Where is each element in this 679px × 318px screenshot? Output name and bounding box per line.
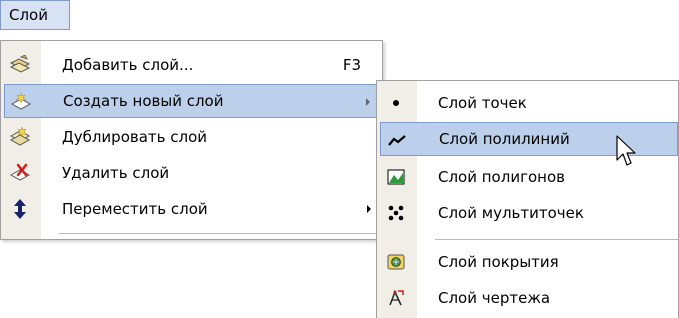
mouse-pointer-icon [616,135,638,173]
submenu-separator [435,239,678,240]
submenu-arrow-icon [366,98,370,106]
duplicate-layer-icon [8,125,32,149]
submenu-item-point-layer[interactable]: Слой точек [380,86,678,120]
menu-item-new-layer[interactable]: Создать новый слой [4,84,379,118]
coverage-layer-icon [384,250,408,274]
submenu-item-label: Слой мультиточек [438,204,584,222]
submenu-item-multipoint-layer[interactable]: Слой мультиточек [380,196,678,230]
menu-item-delete-layer[interactable]: Удалить слой [4,156,379,190]
submenu-item-label: Слой чертежа [438,289,551,307]
menu-item-move-layer[interactable]: Переместить слой [4,192,379,226]
multipoint-layer-icon [384,201,408,225]
menu-separator [59,233,378,234]
layer-menu-button[interactable]: Слой [0,0,70,30]
layer-dropdown-menu: Добавить слой... F3 Создать новый слой Д… [0,40,383,240]
menu-item-label: Добавить слой... [62,56,194,74]
new-layer-submenu: Слой точек Слой полилиний Слой полигонов [376,80,679,318]
new-layer-icon [9,90,33,114]
submenu-arrow-icon [367,205,371,213]
delete-layer-icon [8,161,32,185]
shortcut-label: F3 [342,56,361,74]
submenu-item-drawing-layer[interactable]: Слой чертежа [380,281,678,315]
add-layer-icon [8,53,32,77]
menu-item-add-layer[interactable]: Добавить слой... F3 [4,48,379,82]
menu-item-label: Переместить слой [62,200,208,218]
layer-menu-label: Слой [9,6,48,24]
submenu-item-coverage-layer[interactable]: Слой покрытия [380,245,678,279]
move-layer-icon [8,197,32,221]
polygon-layer-icon [384,165,408,189]
submenu-item-label: Слой точек [438,94,527,112]
menu-item-label: Создать новый слой [63,92,224,110]
submenu-item-label: Слой покрытия [438,253,559,271]
menu-item-duplicate-layer[interactable]: Дублировать слой [4,120,379,154]
polyline-layer-icon [385,128,409,152]
submenu-item-label: Слой полилиний [439,130,570,148]
point-layer-icon [384,91,408,115]
drawing-layer-icon [384,286,408,310]
menu-item-label: Удалить слой [62,164,170,182]
menu-item-label: Дублировать слой [62,128,208,146]
submenu-item-label: Слой полигонов [438,168,565,186]
